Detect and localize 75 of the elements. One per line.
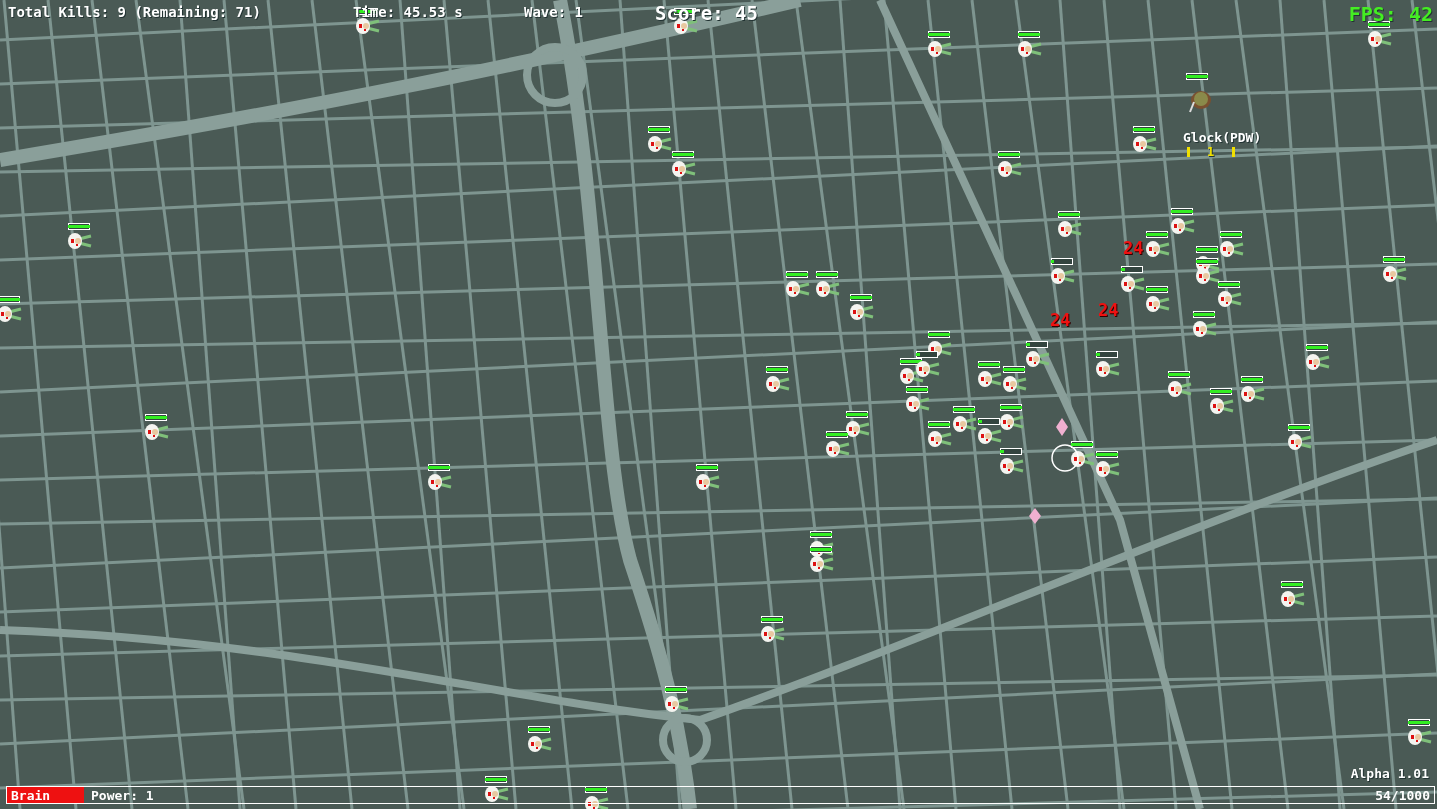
zombie-sprite: [1407, 727, 1433, 747]
zombie-sprite: [1240, 384, 1266, 404]
zombie-sprite: [1002, 374, 1028, 394]
zombie-sprite: [809, 554, 835, 574]
total-kills: Total Kills: 9 (Remaining: 71): [8, 5, 261, 19]
ammo-count: 1: [1207, 146, 1215, 158]
zombie-sprite: [977, 426, 1003, 446]
zombie-sprite: [977, 369, 1003, 389]
zombie-sprite: [1382, 264, 1408, 284]
zombie-sprite: [1025, 349, 1051, 369]
zombie-sprite: [849, 302, 875, 322]
version-label: Alpha 1.01: [1350, 767, 1429, 780]
zombie-sprite: [144, 422, 170, 442]
zombie-sprite: [1132, 134, 1158, 154]
zombie-sprite: [695, 472, 721, 492]
soldier-sprite: [1188, 88, 1212, 114]
zombie-sprite: [845, 419, 871, 439]
zombie-sprite: [355, 16, 381, 36]
damage-number: 24: [1050, 310, 1071, 330]
score: Score: 45: [655, 4, 758, 23]
weapon-name: Glock(PDW): [1183, 131, 1262, 144]
zombie-sprite: [1280, 589, 1306, 609]
zombie-sprite: [67, 231, 93, 251]
zombie-sprite: [1145, 294, 1171, 314]
zombie-sprite: [484, 784, 510, 804]
zombie-sprite: [1070, 449, 1096, 469]
zombie-sprite: [997, 159, 1023, 179]
zombie-sprite: [0, 304, 23, 324]
zombie-sprite: [1287, 432, 1313, 452]
crystal-icon: [1056, 418, 1068, 436]
zombie-sprite: [1192, 319, 1218, 339]
zombie-sprite: [905, 394, 931, 414]
ammo-bracket-icon: [1187, 147, 1190, 157]
wave-number: Wave: 1: [524, 5, 583, 19]
zombie-sprite: [999, 412, 1025, 432]
zombie-sprite: [1167, 379, 1193, 399]
crystal-icon: [1029, 508, 1041, 524]
zombie-sprite: [1367, 29, 1393, 49]
zombie-sprite: [647, 134, 673, 154]
zombie-sprite: [825, 439, 851, 459]
zombie-sprite: [999, 456, 1025, 476]
zombie-sprite: [765, 374, 791, 394]
zombie-sprite: [1017, 39, 1043, 59]
zombie-sprite: [1120, 274, 1146, 294]
zombie-sprite: [1209, 396, 1235, 416]
zombie-sprite: [952, 414, 978, 434]
zombie-sprite: [527, 734, 553, 754]
crosshair-icon: [1050, 443, 1080, 473]
damage-number: 24: [1123, 238, 1144, 258]
zombie-sprite: [1095, 459, 1121, 479]
zombie-sprite: [1170, 216, 1196, 236]
zombie-sprite: [915, 359, 941, 379]
zombie-sprite: [1057, 219, 1083, 239]
zombie-sprite: [664, 694, 690, 714]
zombie-sprite: [927, 429, 953, 449]
zombie-sprite: [427, 472, 453, 492]
power-label: Power: 1: [90, 788, 155, 802]
zombie-sprite: [1095, 359, 1121, 379]
zombie-sprite: [1217, 289, 1243, 309]
zombie-sprite: [1050, 266, 1076, 286]
brain-label: Brain: [10, 788, 52, 802]
zombie-sprite: [785, 279, 811, 299]
ammo-bracket-icon: [1232, 147, 1235, 157]
zombie-sprite: [1145, 239, 1171, 259]
zombie-sprite: [671, 159, 697, 179]
zombie-sprite: [1195, 266, 1221, 286]
zombie-sprite: [815, 279, 841, 299]
zombie-sprite: [1305, 352, 1331, 372]
zombie-sprite: [760, 624, 786, 644]
zombie-sprite: [1219, 239, 1245, 259]
brain-power-reading: 54/1000: [1375, 788, 1431, 802]
zombie-sprite: [584, 794, 610, 809]
fps-counter: FPS: 42: [1348, 4, 1433, 24]
damage-number: 24: [1098, 300, 1119, 320]
zombie-sprite: [927, 39, 953, 59]
